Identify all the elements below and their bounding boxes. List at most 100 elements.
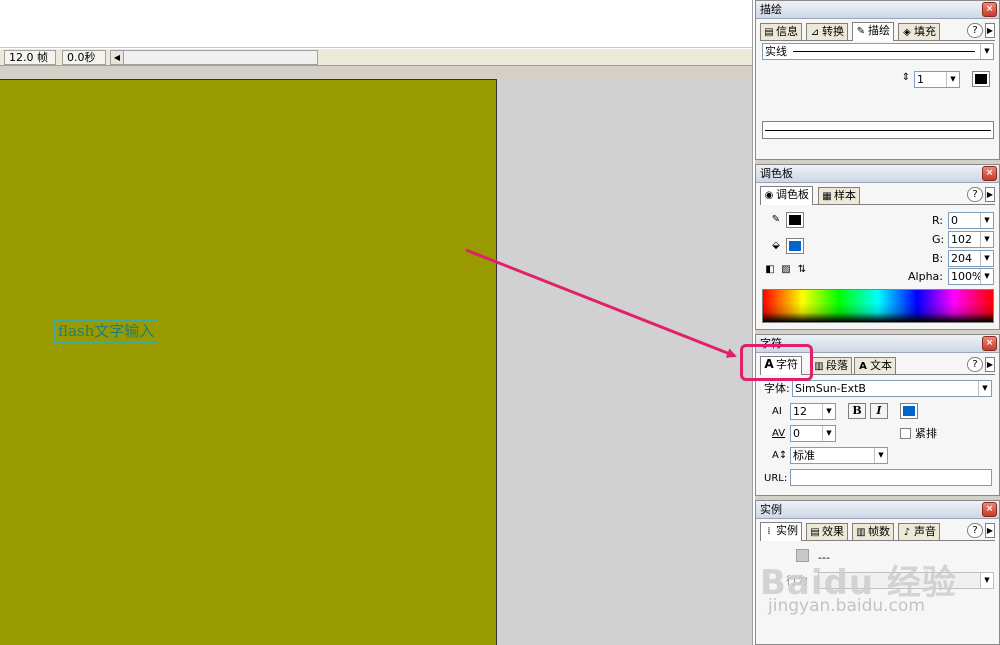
text-options-icon: A <box>859 361 867 372</box>
italic-button[interactable]: I <box>870 403 888 419</box>
blue-value: 204 <box>951 252 972 265</box>
instance-panel: 实例 × ⁞ 实例 ▤ 效果 ▥ 帧数 ♪ 声音 ? ▶ --- 行为 ▼ <box>755 500 1000 645</box>
text-color-swatch[interactable] <box>900 403 918 419</box>
panel-menu-arrow-icon[interactable]: ▶ <box>985 357 995 372</box>
green-label: G: <box>932 233 945 246</box>
color-spectrum[interactable] <box>762 289 994 323</box>
pencil-icon: ✎ <box>771 214 781 225</box>
stroke-width-field[interactable]: 1 ▼ <box>914 71 960 88</box>
pasteboard: flash文字输入 <box>0 79 752 645</box>
tab-info[interactable]: ▤ 信息 <box>760 23 802 40</box>
blue-field[interactable]: 204 ▼ <box>948 250 994 267</box>
close-icon[interactable]: × <box>982 336 997 351</box>
bold-button[interactable]: B <box>848 403 866 419</box>
paragraph-icon: ▥ <box>814 361 824 372</box>
stage-canvas[interactable]: flash文字输入 <box>0 79 497 645</box>
instance-name: --- <box>818 551 830 564</box>
tab-stroke[interactable]: ✎ 描绘 <box>852 22 894 41</box>
timeline-horizontal-scrollbar[interactable]: ◀ <box>110 50 318 65</box>
tab-text-options[interactable]: A 文本 <box>854 357 896 374</box>
red-field[interactable]: 0 ▼ <box>948 212 994 229</box>
mixer-panel-title[interactable]: 调色板 × <box>756 165 999 183</box>
frame-rate-display[interactable]: 12.0 帧 <box>4 50 56 65</box>
tab-mixer-label: 调色板 <box>776 188 809 201</box>
no-color-icon[interactable]: ▨ <box>780 264 792 276</box>
font-label: 字体: <box>764 382 790 395</box>
green-value: 102 <box>951 233 972 246</box>
tab-instance[interactable]: ⁞ 实例 <box>760 522 802 541</box>
stroke-style-preview <box>793 51 975 52</box>
transform-icon: ⊿ <box>810 27 820 38</box>
tab-effect[interactable]: ▤ 效果 <box>806 523 848 540</box>
mixer-panel-title-text: 调色板 <box>760 167 793 180</box>
character-panel-title-text: 字符 <box>760 337 782 350</box>
tab-sound[interactable]: ♪ 声音 <box>898 523 940 540</box>
chevron-down-icon: ▼ <box>978 381 991 396</box>
font-family-value: SimSun-ExtB <box>795 382 866 395</box>
tracking-value: 0 <box>793 427 800 440</box>
paint-bucket-icon: ◈ <box>903 27 911 38</box>
baseline-shift-select[interactable]: 标准 ▼ <box>790 447 888 464</box>
stroke-panel: 描绘 × ▤ 信息 ⊿ 转换 ✎ 描绘 ◈ 填充 ? ▶ 实线 ▼ ⇕ 1 ▼ <box>755 0 1000 160</box>
stroke-style-select[interactable]: 实线 ▼ <box>762 43 994 60</box>
close-icon[interactable]: × <box>982 2 997 17</box>
behavior-select[interactable]: ▼ <box>818 572 994 589</box>
tab-transform[interactable]: ⊿ 转换 <box>806 23 848 40</box>
panel-dock: 描绘 × ▤ 信息 ⊿ 转换 ✎ 描绘 ◈ 填充 ? ▶ 实线 ▼ ⇕ 1 ▼ 调色板 <box>755 0 1000 645</box>
tab-swatches[interactable]: ▦ 样本 <box>818 187 860 204</box>
stage-text-field[interactable]: flash文字输入 <box>54 320 159 343</box>
tab-paragraph[interactable]: ▥ 段落 <box>810 357 852 374</box>
tab-stroke-label: 描绘 <box>868 24 890 37</box>
green-field[interactable]: 102 ▼ <box>948 231 994 248</box>
font-size-field[interactable]: 12 ▼ <box>790 403 836 420</box>
tab-paragraph-label: 段落 <box>826 359 848 372</box>
kern-label: 紧排 <box>915 427 937 440</box>
help-icon[interactable]: ? <box>967 523 983 538</box>
stroke-preview <box>762 121 994 139</box>
help-icon[interactable]: ? <box>967 187 983 202</box>
close-icon[interactable]: × <box>982 166 997 181</box>
help-icon[interactable]: ? <box>967 23 983 38</box>
behavior-label: 行为 <box>786 574 808 587</box>
url-input[interactable] <box>790 469 992 486</box>
stroke-width-value: 1 <box>917 73 924 86</box>
mixer-fill-color <box>789 241 801 251</box>
chevron-down-icon: ▼ <box>980 573 993 588</box>
baseline-shift-value: 标准 <box>793 449 815 462</box>
swap-colors-icon[interactable]: ⇅ <box>796 264 808 276</box>
font-family-select[interactable]: SimSun-ExtB ▼ <box>792 380 992 397</box>
default-colors-icon[interactable]: ◧ <box>764 264 776 276</box>
panel-menu-arrow-icon[interactable]: ▶ <box>985 187 995 202</box>
tracking-field[interactable]: 0 ▼ <box>790 425 836 442</box>
instance-panel-title[interactable]: 实例 × <box>756 501 999 519</box>
instance-panel-title-text: 实例 <box>760 503 782 516</box>
alpha-field[interactable]: 100% ▼ <box>948 268 994 285</box>
chevron-down-icon: ▼ <box>946 72 959 87</box>
stroke-panel-title[interactable]: 描绘 × <box>756 1 999 19</box>
instance-panel-tabs: ⁞ 实例 ▤ 效果 ▥ 帧数 ♪ 声音 ? ▶ <box>760 521 995 541</box>
help-icon[interactable]: ? <box>967 357 983 372</box>
tab-info-label: 信息 <box>776 25 798 38</box>
panel-menu-arrow-icon[interactable]: ▶ <box>985 523 995 538</box>
chevron-down-icon: ▼ <box>874 448 887 463</box>
stroke-color-swatch[interactable] <box>972 71 990 87</box>
panel-menu-arrow-icon[interactable]: ▶ <box>985 23 995 38</box>
stroke-height-icon: ⇕ <box>901 72 911 83</box>
tab-character-label: 字符 <box>776 358 798 371</box>
tab-frame[interactable]: ▥ 帧数 <box>852 523 894 540</box>
character-panel-title[interactable]: 字符 × <box>756 335 999 353</box>
stage-top-gap <box>0 67 752 79</box>
mixer-fill-swatch[interactable] <box>786 238 804 254</box>
mixer-stroke-swatch[interactable] <box>786 212 804 228</box>
tab-character[interactable]: A 字符 <box>760 356 802 375</box>
tab-fill[interactable]: ◈ 填充 <box>898 23 940 40</box>
instance-icon: ⁞ <box>767 526 771 537</box>
instance-symbol-icon <box>796 549 809 562</box>
kern-checkbox[interactable] <box>900 428 911 439</box>
pencil-icon: ✎ <box>856 26 866 37</box>
scroll-left-arrow-icon[interactable]: ◀ <box>111 51 124 64</box>
tab-mixer[interactable]: ◉ 调色板 <box>760 186 813 205</box>
chevron-down-icon: ▼ <box>822 404 835 419</box>
info-icon: ▤ <box>764 27 774 38</box>
close-icon[interactable]: × <box>982 502 997 517</box>
